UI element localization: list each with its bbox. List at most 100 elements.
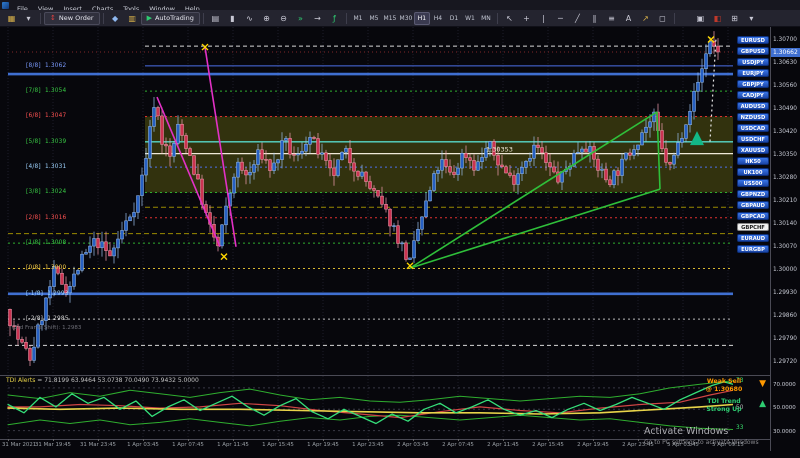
timeframe-toolbar-group: M1 M5 M15 M30 H1 H4 D1 W1 MN <box>350 11 494 25</box>
metaeditor-icon[interactable]: ◆ <box>108 11 123 26</box>
time-axis-tick <box>638 439 639 441</box>
time-axis-tick <box>8 439 9 441</box>
timeframe-h4[interactable]: H4 <box>430 12 446 25</box>
indicators-icon[interactable]: ƒ <box>327 11 342 26</box>
tdi-upper-band-line <box>7 380 733 403</box>
right-toolbar-group: ▣ ◧ ⊞ ▾ <box>692 11 760 26</box>
symbol-button-nzdusd[interactable]: NZDUSD <box>737 113 769 121</box>
time-axis-label: 5 Apr 03:45 <box>667 442 699 448</box>
toolbar-separator <box>345 12 347 24</box>
tdi-panel[interactable]: TDI Alerts = 71.8199 63.9464 53.0738 70.… <box>0 375 770 440</box>
symbol-button-xauusd[interactable]: XAUUSD <box>737 146 769 154</box>
zoom-in-icon[interactable]: ⊕ <box>259 11 274 26</box>
objects-list-icon[interactable]: ▣ <box>693 11 708 26</box>
app-logo-icon <box>2 1 9 9</box>
symbol-button-eurusd[interactable]: EURUSD <box>737 36 769 44</box>
timeframe-m15[interactable]: M15 <box>382 12 398 25</box>
arrow-object-icon[interactable]: ↗ <box>638 11 653 26</box>
time-axis-label: 2 Apr 23:45 <box>622 442 654 448</box>
chart-profiles-icon[interactable]: ▾ <box>21 11 36 26</box>
terminal-icon[interactable]: ▥ <box>125 11 140 26</box>
symbol-button-us500[interactable]: US500 <box>737 179 769 187</box>
horizontal-lines-layer <box>8 45 733 346</box>
price-axis-label: 1.29860 <box>773 312 797 319</box>
symbol-button-gbpaud[interactable]: GBPAUD <box>737 201 769 209</box>
price-axis-label: 1.29790 <box>773 335 797 342</box>
symbol-button-eurjpy[interactable]: EURJPY <box>737 69 769 77</box>
frame-shift-note: (3rd Frame Shift): 1.2983 <box>12 325 82 331</box>
time-axis-tick <box>458 439 459 441</box>
autotrading-button[interactable]: ▶ AutoTrading <box>140 11 200 25</box>
price-axis-label: 1.30210 <box>773 197 797 204</box>
symbol-button-audusd[interactable]: AUDUSD <box>737 102 769 110</box>
symbol-button-gbpusd[interactable]: GBPUSD <box>737 47 769 55</box>
time-axis-tick <box>593 439 594 441</box>
time-axis-tick <box>188 439 189 441</box>
time-axis[interactable]: 31 Mar 2021 31 Mar 19:45 31 Mar 23:45 1 Apr… <box>0 439 770 451</box>
time-axis-label: 5 Apr 09:15 <box>712 442 744 448</box>
symbol-button-eurgbp[interactable]: EURGBP <box>737 245 769 253</box>
price-axis-label: 1.30700 <box>773 36 797 43</box>
grid-icon[interactable]: ⊞ <box>727 11 742 26</box>
chart-area[interactable]: 1.30353 [8/8] 1.3062 [7/8] 1.3054 [6/8] 1.… <box>0 27 733 373</box>
timeframe-m5[interactable]: M5 <box>366 12 382 25</box>
zoom-out-icon[interactable]: ⊖ <box>276 11 291 26</box>
timeframe-m1[interactable]: M1 <box>350 12 366 25</box>
price-axis-label: 1.30070 <box>773 243 797 250</box>
symbol-button-uk100[interactable]: UK100 <box>737 168 769 176</box>
new-chart-icon[interactable]: ▦ <box>4 11 19 26</box>
time-axis-label: 1 Apr 11:45 <box>217 442 249 448</box>
fibonacci-icon[interactable]: ≡ <box>604 11 619 26</box>
symbol-button-hk50[interactable]: HK50 <box>737 157 769 165</box>
trendline-icon[interactable]: ╱ <box>570 11 585 26</box>
timeframe-h1[interactable]: H1 <box>413 11 430 25</box>
bar-chart-icon[interactable]: ▤ <box>208 11 223 26</box>
line-chart-icon[interactable]: ∿ <box>242 11 257 26</box>
candles-layer <box>8 31 720 367</box>
toolbar: ▦ ▾ ↕ New Order ◆ ▥ ▶ AutoTrading ▤ ▮ ∿ ⊕ ⊖» → ƒ… <box>0 10 800 27</box>
text-label-icon[interactable]: A <box>621 11 636 26</box>
new-order-button[interactable]: ↕ New Order <box>44 11 100 25</box>
crosshair-icon[interactable]: + <box>519 11 534 26</box>
symbol-button-euraud[interactable]: EURAUD <box>737 234 769 242</box>
tdi-header: TDI Alerts = 71.8199 63.9464 53.0738 70.… <box>6 377 199 384</box>
chart-shift-icon[interactable]: → <box>310 11 325 26</box>
symbol-button-gbpcad[interactable]: GBPCAD <box>737 212 769 220</box>
symbol-button-gbpjpy[interactable]: GBPJPY <box>737 80 769 88</box>
cursor-icon[interactable]: ↖ <box>502 11 517 26</box>
price-axis-label: 1.30350 <box>773 151 797 158</box>
symbol-button-usdjpy[interactable]: USDJPY <box>737 58 769 66</box>
symbol-button-gbpnzd[interactable]: GBPNZD <box>737 190 769 198</box>
trend-signal-text: Strong Up <box>706 406 742 413</box>
colors-icon[interactable]: ◧ <box>710 11 725 26</box>
tdi-lower-band-line <box>7 414 733 430</box>
sell-signal-text: Weak Sell <box>706 378 742 385</box>
timeframe-mn[interactable]: MN <box>478 12 494 25</box>
time-axis-label: 31 Mar 19:45 <box>35 442 71 448</box>
murrey-level-label: [6/8] 1.3047 <box>26 113 67 120</box>
time-axis-label: 31 Mar 2021 <box>2 442 37 448</box>
dropdown-icon[interactable]: ▾ <box>744 11 759 26</box>
symbol-button-usdchf[interactable]: USDCHF <box>737 135 769 143</box>
channel-icon[interactable]: ∥ <box>587 11 602 26</box>
symbol-button-cadjpy[interactable]: CADJPY <box>737 91 769 99</box>
price-axis-label: 1.30420 <box>773 128 797 135</box>
tdi-signal-box: Weak Sell @ 1.30680 ▼ TDI Trend Strong U… <box>694 378 766 418</box>
symbol-button-gbpchf[interactable]: GBPCHF <box>737 223 769 231</box>
timeframe-m30[interactable]: M30 <box>398 12 414 25</box>
mt4-window: File View Insert Charts Tools Window Help ▦ ▾ ↕… <box>0 0 800 458</box>
horizontal-line-icon[interactable]: ─ <box>553 11 568 26</box>
auto-scroll-icon[interactable]: » <box>293 11 308 26</box>
trend-up-arrow-icon: ▲ <box>759 399 766 409</box>
pivot-price-label: 1.30353 <box>486 146 513 154</box>
candlestick-chart-icon[interactable]: ▮ <box>225 11 240 26</box>
time-axis-label: 1 Apr 19:45 <box>307 442 339 448</box>
time-axis-tick <box>323 439 324 441</box>
shapes-icon[interactable]: ◻ <box>655 11 670 26</box>
timeframe-d1[interactable]: D1 <box>446 12 462 25</box>
vertical-line-icon[interactable]: | <box>536 11 551 26</box>
timeframe-w1[interactable]: W1 <box>462 12 478 25</box>
tdi-indicator-name: TDI Alerts <box>6 377 36 384</box>
price-chart-svg[interactable]: 1.30353 <box>0 27 733 373</box>
symbol-button-usdcad[interactable]: USDCAD <box>737 124 769 132</box>
